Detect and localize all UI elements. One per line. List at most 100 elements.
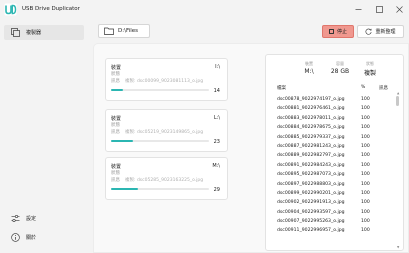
device-message: 訊息 複製: dsc05219_9023149865_o.jpg	[111, 129, 203, 135]
column-header-message[interactable]: 訊息	[379, 85, 388, 91]
file-name-cell: dsc00885_9022979337_o.jpg	[277, 134, 345, 140]
scrollbar-thumb[interactable]	[396, 96, 399, 106]
refresh-button-label: 重新整理	[375, 29, 396, 35]
percent-cell: 100	[361, 228, 370, 234]
stat-value: 28 GB	[330, 68, 350, 75]
device-status-label: 狀態	[111, 123, 120, 128]
file-name-cell: dsc00907_9022995263_o.jpg	[277, 219, 345, 225]
close-icon[interactable]	[393, 3, 405, 15]
table-row[interactable]: dsc00885_9022979337_o.jpg 100	[274, 134, 402, 143]
stat-status: 狀態 複製	[355, 61, 385, 77]
table-row[interactable]: dsc00895_9022987073_o.jpg 100	[274, 171, 402, 180]
stat-label: 裝置	[305, 61, 313, 66]
device-card[interactable]: 裝置 I:\ 狀態 訊息 複製: dsc00099_9023081113_o.j…	[105, 58, 228, 101]
maximize-icon[interactable]	[373, 3, 385, 15]
table-row[interactable]: dsc00884_9022978675_o.jpg 100	[274, 124, 402, 133]
table-row[interactable]: dsc00887_9022981243_o.jpg 100	[274, 143, 402, 152]
stop-icon	[328, 29, 334, 34]
table-row[interactable]: dsc00907_9022995263_o.jpg 100	[274, 218, 402, 227]
column-header-file[interactable]: 檔案	[277, 85, 286, 91]
sidebar-item-about[interactable]: 關於	[4, 230, 84, 245]
percent-cell: 100	[361, 134, 370, 140]
table-scrollbar[interactable]	[396, 96, 399, 246]
percent-cell: 100	[361, 190, 370, 196]
refresh-button[interactable]: 重新整理	[357, 25, 404, 38]
table-row[interactable]: dsc00891_9022984243_o.jpg 100	[274, 162, 402, 171]
device-progress-bar	[111, 188, 209, 190]
device-progress-bar	[111, 89, 209, 91]
refresh-icon	[365, 28, 372, 35]
device-title: 裝置	[111, 65, 122, 71]
app-logo	[4, 3, 17, 16]
table-row[interactable]: dsc00904_9022993597_o.jpg 100	[274, 209, 402, 218]
table-row[interactable]: dsc00889_9022982797_o.jpg 100	[274, 152, 402, 161]
file-name-cell: dsc00899_9022990201_o.jpg	[277, 190, 345, 196]
table-row[interactable]: dsc00902_9022991913_o.jpg 100	[274, 199, 402, 208]
table-row[interactable]: dsc00881_9022976461_o.jpg 100	[274, 105, 402, 114]
file-name-cell: dsc00878_9022974197_o.jpg	[277, 97, 345, 102]
stop-button[interactable]: 停止	[322, 25, 354, 38]
device-progress-fill	[111, 89, 123, 91]
table-row[interactable]: dsc00897_9022988803_o.jpg 100	[274, 181, 402, 190]
device-status-label: 狀態	[111, 171, 120, 176]
scroll-down-icon[interactable]: ▼	[397, 245, 399, 249]
percent-cell: 100	[361, 106, 370, 112]
table-row[interactable]: dsc00899_9022990201_o.jpg 100	[274, 190, 402, 199]
percent-cell: 100	[361, 115, 370, 121]
minimize-icon[interactable]	[352, 3, 364, 15]
sidebar-item-label: 設定	[26, 216, 37, 222]
sidebar-item-duplicator[interactable]: 複製器	[4, 25, 84, 40]
device-file-count: 29	[213, 187, 220, 193]
device-message: 訊息 複製: dsc00099_9023081113_o.jpg	[111, 78, 203, 84]
file-name-cell: dsc00904_9022993597_o.jpg	[277, 209, 345, 215]
device-drive: M:\	[212, 163, 220, 169]
device-progress-bar	[111, 140, 209, 142]
device-title: 裝置	[111, 116, 122, 122]
device-message: 訊息 複製: dsc05285_9023163225_o.jpg	[111, 177, 203, 183]
folder-icon	[104, 27, 114, 35]
percent-cell: 100	[361, 209, 370, 215]
device-progress-fill	[111, 188, 139, 190]
sidebar-item-label: 複製器	[26, 30, 42, 36]
sidebar-item-label: 關於	[26, 235, 37, 241]
file-name-cell: dsc00911_9022996957_o.jpg	[277, 228, 345, 234]
source-folder-button[interactable]: D:\Files	[98, 24, 150, 38]
copy-icon	[10, 28, 20, 38]
table-row[interactable]: dsc00878_9022974197_o.jpg 100	[274, 96, 402, 105]
file-name-cell: dsc00895_9022987073_o.jpg	[277, 172, 345, 178]
device-card[interactable]: 裝置 L:\ 狀態 訊息 複製: dsc05219_9023149865_o.j…	[105, 109, 228, 152]
stat-label: 容量	[336, 61, 344, 66]
file-name-cell: dsc00887_9022981243_o.jpg	[277, 143, 345, 149]
column-header-percent[interactable]: %	[361, 85, 365, 90]
app-window: USB Drive Duplicator 複製器 設定 關於 D:\Files …	[0, 0, 409, 253]
device-file-count: 23	[213, 139, 220, 145]
device-card[interactable]: 裝置 M:\ 狀態 訊息 複製: dsc05285_9023163225_o.j…	[105, 157, 228, 200]
sidebar-item-settings[interactable]: 設定	[4, 211, 84, 226]
file-name-cell: dsc00889_9022982797_o.jpg	[277, 153, 345, 159]
stat-label: 狀態	[366, 61, 374, 66]
device-message-label: 訊息	[111, 79, 120, 84]
percent-cell: 100	[361, 143, 370, 149]
file-name-cell: dsc00891_9022984243_o.jpg	[277, 162, 345, 168]
device-drive: I:\	[215, 64, 220, 70]
info-icon	[10, 233, 20, 243]
file-name-cell: dsc00897_9022988803_o.jpg	[277, 181, 345, 187]
table-row[interactable]: dsc00911_9022996957_o.jpg 100	[274, 227, 402, 236]
percent-cell: 100	[361, 125, 370, 131]
table-row[interactable]: dsc00883_9022978011_o.jpg 100	[274, 115, 402, 124]
device-message-label: 訊息	[111, 130, 120, 135]
sidebar: 複製器 設定 關於	[0, 19, 88, 253]
percent-cell: 100	[361, 219, 370, 225]
stat-capacity: 容量 28 GB	[322, 61, 358, 75]
device-message-value: 複製: dsc00099_9023081113_o.jpg	[125, 79, 204, 84]
device-drive: L:\	[213, 115, 220, 121]
table-header: 檔案 % 訊息	[274, 83, 402, 92]
percent-cell: 100	[361, 153, 370, 159]
settings-sliders-icon	[10, 214, 20, 224]
percent-cell: 100	[361, 162, 370, 168]
table-body: dsc00878_9022974197_o.jpg 100 dsc00881_902…	[274, 96, 402, 237]
file-name-cell: dsc00883_9022978011_o.jpg	[277, 115, 345, 121]
device-message-value: 複製: dsc05285_9023163225_o.jpg	[125, 178, 204, 183]
scroll-up-icon[interactable]: ▲	[397, 91, 399, 95]
app-title: USB Drive Duplicator	[22, 6, 80, 12]
